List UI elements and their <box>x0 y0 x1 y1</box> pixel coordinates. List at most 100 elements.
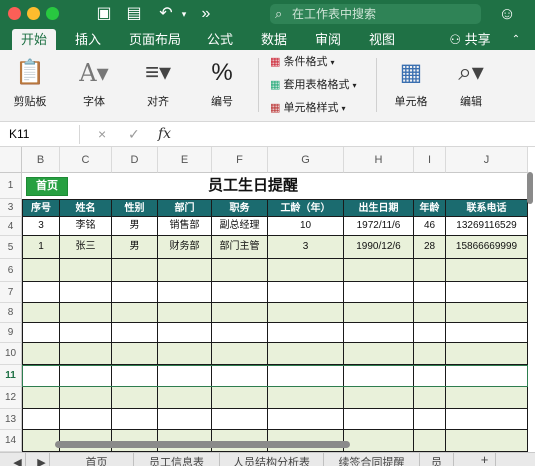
table-cell[interactable] <box>446 323 528 343</box>
table-cell[interactable] <box>158 303 212 323</box>
table-cell[interactable] <box>60 323 112 343</box>
table-cell[interactable] <box>158 282 212 303</box>
table-cell[interactable] <box>268 387 344 409</box>
collapse-ribbon-icon[interactable]: ⌃ <box>506 29 526 50</box>
tab-formulas[interactable]: 公式 <box>200 29 240 50</box>
column-header[interactable]: F <box>212 147 268 173</box>
save-icon[interactable]: ▤ <box>124 4 144 24</box>
table-cell[interactable] <box>212 387 268 409</box>
row-header[interactable]: 7 <box>0 282 22 303</box>
table-cell[interactable] <box>112 343 158 365</box>
home-button[interactable]: 首页 <box>26 177 68 196</box>
table-cell[interactable] <box>158 387 212 409</box>
table-cell[interactable]: 46 <box>414 217 446 236</box>
table-cell[interactable] <box>112 409 158 430</box>
horizontal-scrollbar[interactable] <box>55 441 350 448</box>
row-header[interactable]: 9 <box>0 323 22 343</box>
table-cell[interactable] <box>22 343 60 365</box>
column-header[interactable]: J <box>446 147 528 173</box>
table-cell[interactable] <box>212 303 268 323</box>
table-cell[interactable] <box>344 343 414 365</box>
column-header[interactable]: C <box>60 147 112 173</box>
table-cell[interactable] <box>60 409 112 430</box>
table-cell[interactable]: 男 <box>112 217 158 236</box>
table-cell[interactable] <box>414 303 446 323</box>
tab-data[interactable]: 数据 <box>254 29 294 50</box>
tab-page-layout[interactable]: 页面布局 <box>120 29 190 50</box>
row-header[interactable]: 6 <box>0 259 22 282</box>
table-format-button[interactable]: ▦ 套用表格格式 ▾ <box>270 76 357 94</box>
table-cell[interactable] <box>268 365 344 387</box>
table-cell[interactable]: 张三 <box>60 236 112 259</box>
table-cell[interactable] <box>268 409 344 430</box>
table-cell[interactable] <box>446 303 528 323</box>
zoom-window-button[interactable] <box>46 7 59 20</box>
table-cell[interactable] <box>158 409 212 430</box>
row-header[interactable]: 10 <box>0 343 22 365</box>
feedback-smiley-icon[interactable]: ☺ <box>496 4 518 24</box>
column-header[interactable]: H <box>344 147 414 173</box>
sheet-tab-partial[interactable]: 员 <box>420 453 454 466</box>
table-header-cell[interactable]: 工龄（年） <box>268 199 344 217</box>
table-cell[interactable] <box>268 259 344 282</box>
table-cell[interactable]: 男 <box>112 236 158 259</box>
table-cell[interactable] <box>414 365 446 387</box>
table-cell[interactable] <box>414 323 446 343</box>
table-header-cell[interactable]: 性别 <box>112 199 158 217</box>
table-cell[interactable] <box>446 430 528 452</box>
table-cell[interactable] <box>112 323 158 343</box>
table-header-cell[interactable]: 联系电话 <box>446 199 528 217</box>
table-cell[interactable]: 13269116529 <box>446 217 528 236</box>
name-box[interactable]: K11 <box>6 125 80 144</box>
table-cell[interactable] <box>446 282 528 303</box>
table-cell[interactable] <box>268 303 344 323</box>
table-cell[interactable] <box>212 323 268 343</box>
row-header[interactable]: 1 <box>0 173 22 199</box>
table-cell[interactable] <box>22 259 60 282</box>
table-cell[interactable] <box>60 259 112 282</box>
row-header[interactable]: 5 <box>0 236 22 259</box>
table-cell[interactable]: 1972/11/6 <box>344 217 414 236</box>
sheet-tab-employee-info[interactable]: 员工信息表 <box>134 453 220 466</box>
table-cell[interactable] <box>22 365 60 387</box>
table-header-cell[interactable]: 部门 <box>158 199 212 217</box>
column-header[interactable]: E <box>158 147 212 173</box>
table-cell[interactable] <box>112 303 158 323</box>
table-cell[interactable] <box>112 387 158 409</box>
table-cell[interactable]: 部门主管 <box>212 236 268 259</box>
table-cell[interactable] <box>158 259 212 282</box>
sheet-tab-contract-renewal[interactable]: 续签合同提醒 <box>324 453 420 466</box>
column-header[interactable]: D <box>112 147 158 173</box>
table-cell[interactable] <box>446 387 528 409</box>
table-cell[interactable]: 财务部 <box>158 236 212 259</box>
table-cell[interactable] <box>268 282 344 303</box>
table-cell[interactable] <box>60 303 112 323</box>
table-header-cell[interactable]: 姓名 <box>60 199 112 217</box>
confirm-formula-icon[interactable]: ✓ <box>128 125 140 144</box>
minimize-window-button[interactable] <box>27 7 40 20</box>
table-cell[interactable] <box>344 282 414 303</box>
table-header-cell[interactable]: 出生日期 <box>344 199 414 217</box>
table-cell[interactable] <box>22 409 60 430</box>
search-input[interactable]: ⌕ 在工作表中搜索 <box>270 4 481 24</box>
next-sheet-icon[interactable]: ▶ <box>34 453 50 466</box>
table-cell[interactable] <box>60 343 112 365</box>
table-cell[interactable]: 15866669999 <box>446 236 528 259</box>
tab-home[interactable]: 开始 <box>12 29 56 50</box>
share-button[interactable]: ⚇ 共享 <box>440 29 500 50</box>
table-header-cell[interactable]: 年龄 <box>414 199 446 217</box>
sheet-tab-structure-analysis[interactable]: 人员结构分析表 <box>220 453 324 466</box>
add-sheet-button[interactable]: + <box>474 453 496 466</box>
conditional-format-button[interactable]: ▦ 条件格式 ▾ <box>270 53 335 71</box>
table-cell[interactable] <box>112 365 158 387</box>
table-cell[interactable] <box>414 282 446 303</box>
table-cell[interactable] <box>158 343 212 365</box>
select-all-corner[interactable] <box>0 147 22 173</box>
table-cell[interactable]: 1 <box>22 236 60 259</box>
table-cell[interactable] <box>60 387 112 409</box>
table-cell[interactable]: 3 <box>22 217 60 236</box>
row-header[interactable]: 13 <box>0 409 22 430</box>
table-cell[interactable] <box>344 387 414 409</box>
table-cell[interactable] <box>344 409 414 430</box>
table-cell[interactable] <box>446 409 528 430</box>
